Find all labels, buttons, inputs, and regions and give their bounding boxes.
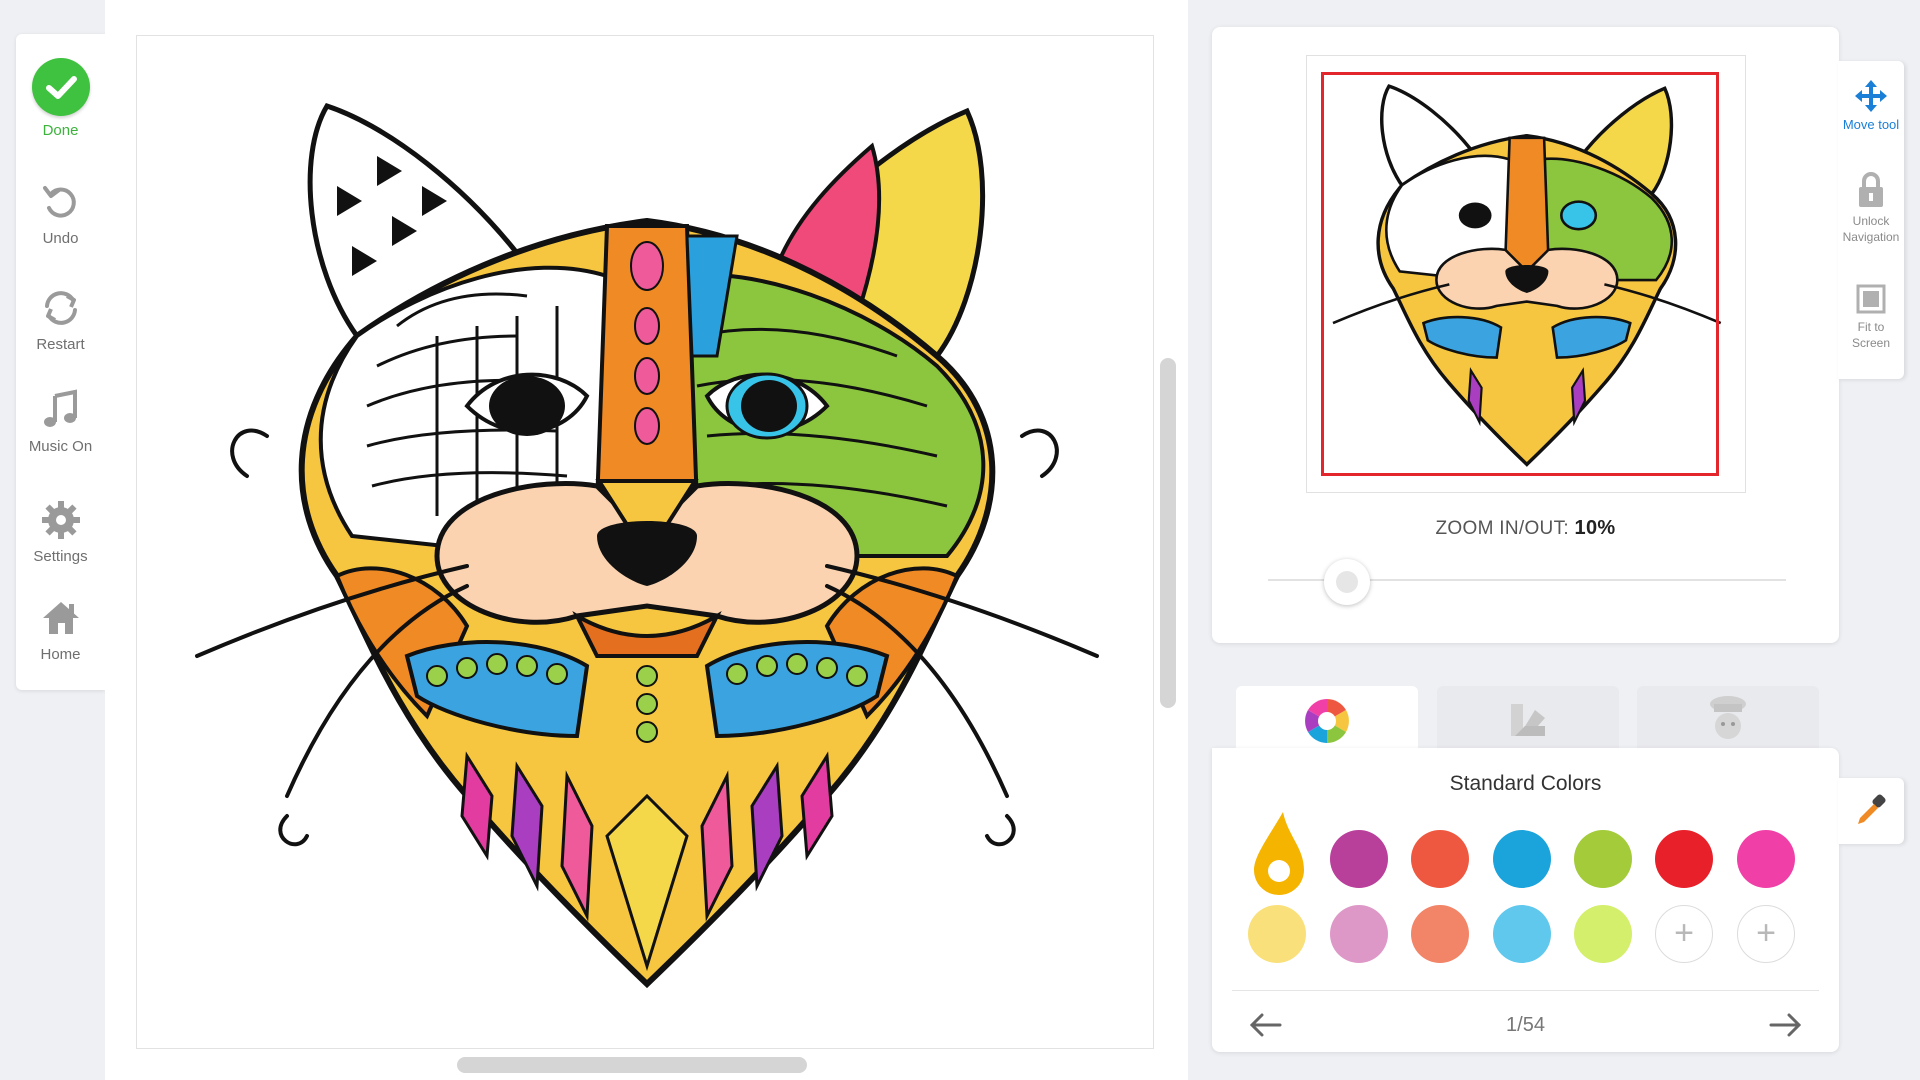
music-note-icon [43, 389, 77, 427]
color-wheel-icon [1305, 699, 1349, 743]
coloring-canvas[interactable] [136, 35, 1154, 1049]
next-page-button[interactable] [1769, 1010, 1803, 1045]
color-swatch[interactable] [1574, 905, 1632, 963]
vertical-scrollbar[interactable] [1160, 358, 1176, 708]
selected-color-drop[interactable] [1248, 808, 1310, 898]
tab-textures[interactable] [1637, 686, 1819, 752]
color-swatch[interactable] [1411, 905, 1469, 963]
eyedropper-icon [1858, 794, 1886, 824]
unlock-label-2: Navigation [1842, 230, 1900, 244]
move-tool-button[interactable]: Move tool [1838, 79, 1904, 133]
eyedropper-button[interactable] [1838, 778, 1904, 844]
settings-label: Settings [33, 548, 88, 565]
tab-gradients[interactable] [1437, 686, 1619, 752]
canvas-panel [105, 0, 1188, 1080]
move-arrows-icon [1855, 80, 1887, 112]
fit-label-2: Screen [1851, 336, 1891, 350]
fit-label-1: Fit to [1857, 320, 1885, 334]
arrow-right-icon [1769, 1013, 1802, 1037]
color-palette: Standard Colors + + 1/54 [1212, 748, 1839, 1052]
color-swatch[interactable] [1493, 905, 1551, 963]
mandala-cat-artwork[interactable] [137, 36, 1153, 1048]
restart-button[interactable]: Restart [16, 286, 105, 353]
add-color-button[interactable]: + [1737, 905, 1795, 963]
restart-label: Restart [36, 336, 85, 353]
zoom-value: 10% [1574, 517, 1616, 539]
color-swatch[interactable] [1248, 905, 1306, 963]
undo-label: Undo [42, 230, 79, 247]
tab-standard-colors[interactable] [1236, 686, 1418, 752]
color-swatch[interactable] [1330, 830, 1388, 888]
settings-button[interactable]: Settings [16, 498, 105, 565]
color-swatch[interactable] [1655, 830, 1713, 888]
color-swatch[interactable] [1411, 830, 1469, 888]
selected-color-fill [1254, 812, 1304, 895]
home-icon [42, 602, 79, 634]
unlock-navigation-button[interactable]: Unlock Navigation [1838, 171, 1904, 245]
done-button[interactable]: Done [16, 58, 105, 139]
home-label: Home [40, 646, 81, 663]
page-indicator: 1/54 [1506, 1014, 1545, 1036]
lock-icon [1859, 172, 1883, 207]
viewport-indicator[interactable] [1321, 72, 1719, 476]
zoom-label: ZOOM IN/OUT: [1435, 518, 1569, 539]
gear-icon [41, 501, 80, 539]
navigator-panel: ZOOM IN/OUT: 10% [1212, 27, 1839, 643]
home-button[interactable]: Home [16, 596, 105, 663]
color-swatch[interactable] [1574, 830, 1632, 888]
done-label: Done [42, 122, 79, 139]
horizontal-scrollbar[interactable] [457, 1057, 807, 1073]
music-label: Music On [28, 438, 93, 455]
fit-screen-icon [1856, 284, 1886, 314]
zoom-readout: ZOOM IN/OUT: 10% [1212, 517, 1839, 540]
undo-icon [42, 186, 76, 218]
checkmark-icon [31, 58, 90, 116]
left-toolbar: Done Undo Restart Music On Settings Home [16, 34, 105, 690]
color-swatch[interactable] [1737, 830, 1795, 888]
add-color-button[interactable]: + [1655, 905, 1713, 963]
gradient-icon [1511, 704, 1545, 736]
restart-icon [44, 291, 77, 325]
move-tool-label: Move tool [1842, 117, 1900, 132]
fit-to-screen-button[interactable]: Fit to Screen [1838, 283, 1904, 351]
palette-title: Standard Colors [1449, 772, 1602, 795]
texture-icon [1710, 696, 1746, 739]
undo-button[interactable]: Undo [16, 180, 105, 247]
navigation-tools: Move tool Unlock Navigation Fit to Scree… [1838, 61, 1904, 379]
color-swatch[interactable] [1330, 905, 1388, 963]
zoom-slider-handle[interactable] [1324, 559, 1370, 605]
palette-divider [1232, 990, 1819, 991]
color-swatch[interactable] [1493, 830, 1551, 888]
music-toggle[interactable]: Music On [16, 388, 105, 455]
unlock-label-1: Unlock [1852, 214, 1890, 228]
